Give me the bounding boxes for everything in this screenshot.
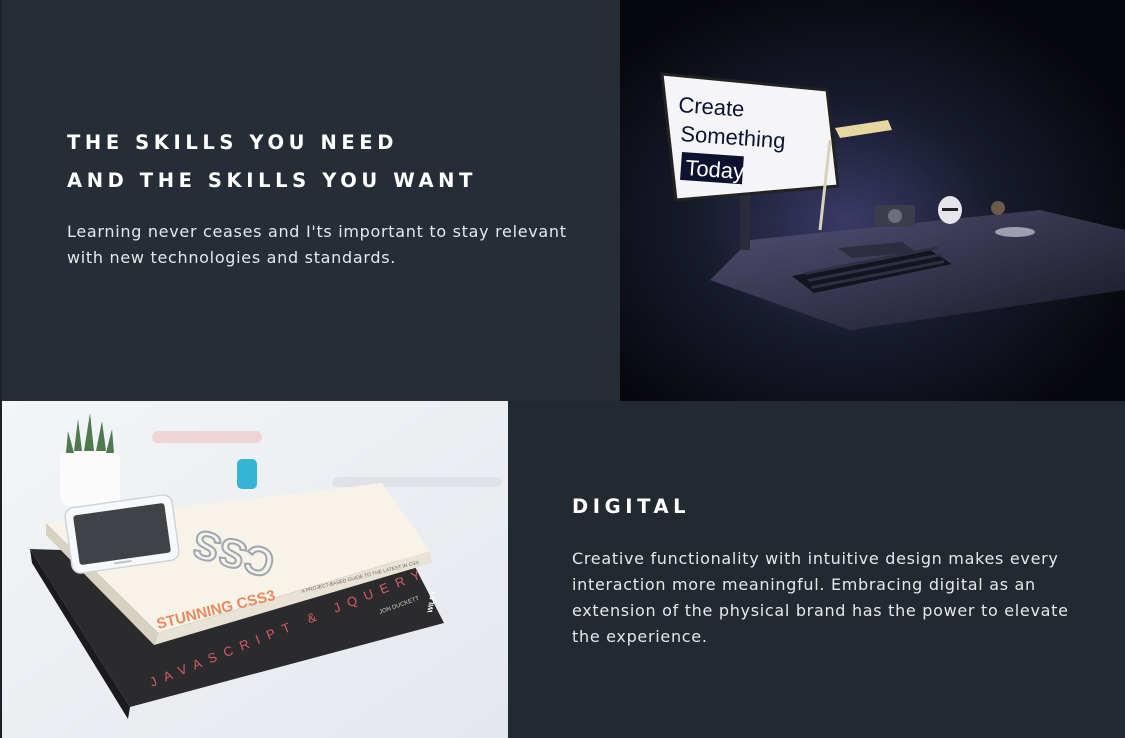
- desk-monitor-photo: Create Something Today: [620, 0, 1125, 401]
- digital-description-line-2: interaction more meaningful. Embracing d…: [572, 575, 1036, 594]
- digital-text-panel: DIGITAL Creative functionality with intu…: [508, 401, 1125, 738]
- skills-heading-line-2: AND THE SKILLS YOU WANT: [67, 169, 477, 192]
- digital-description: Creative functionality with intuitive de…: [572, 546, 1092, 650]
- skills-description-line-1: Learning never ceases and I'ts important…: [67, 222, 567, 241]
- digital-heading: DIGITAL: [572, 488, 690, 526]
- books-phone-photo: JAVASCRIPT & JQUERY JON DUCKETT WILEY ST…: [0, 401, 508, 738]
- digital-description-line-1: Creative functionality with intuitive de…: [572, 549, 1059, 568]
- digital-heading-line-1: DIGITAL: [572, 495, 691, 518]
- skills-heading: THE SKILLS YOU NEED AND THE SKILLS YOU W…: [67, 124, 477, 200]
- feature-row-skills: THE SKILLS YOU NEED AND THE SKILLS YOU W…: [0, 0, 1125, 401]
- monitor-text-create: Create: [678, 92, 746, 122]
- feature-row-digital: JAVASCRIPT & JQUERY JON DUCKETT WILEY ST…: [0, 401, 1125, 738]
- skills-description: Learning never ceases and I'ts important…: [67, 219, 587, 271]
- digital-description-line-4: the experience.: [572, 627, 708, 646]
- desk-monitor-illustration: Create Something Today: [620, 0, 1125, 401]
- skills-description-line-2: with new technologies and standards.: [67, 248, 397, 267]
- digital-description-line-3: extension of the physical brand has the …: [572, 601, 1069, 620]
- monitor-text-today: Today: [685, 155, 745, 184]
- skills-text-panel: THE SKILLS YOU NEED AND THE SKILLS YOU W…: [0, 0, 620, 401]
- skills-heading-line-1: THE SKILLS YOU NEED: [67, 131, 398, 154]
- books-phone-illustration: JAVASCRIPT & JQUERY JON DUCKETT WILEY ST…: [2, 401, 508, 738]
